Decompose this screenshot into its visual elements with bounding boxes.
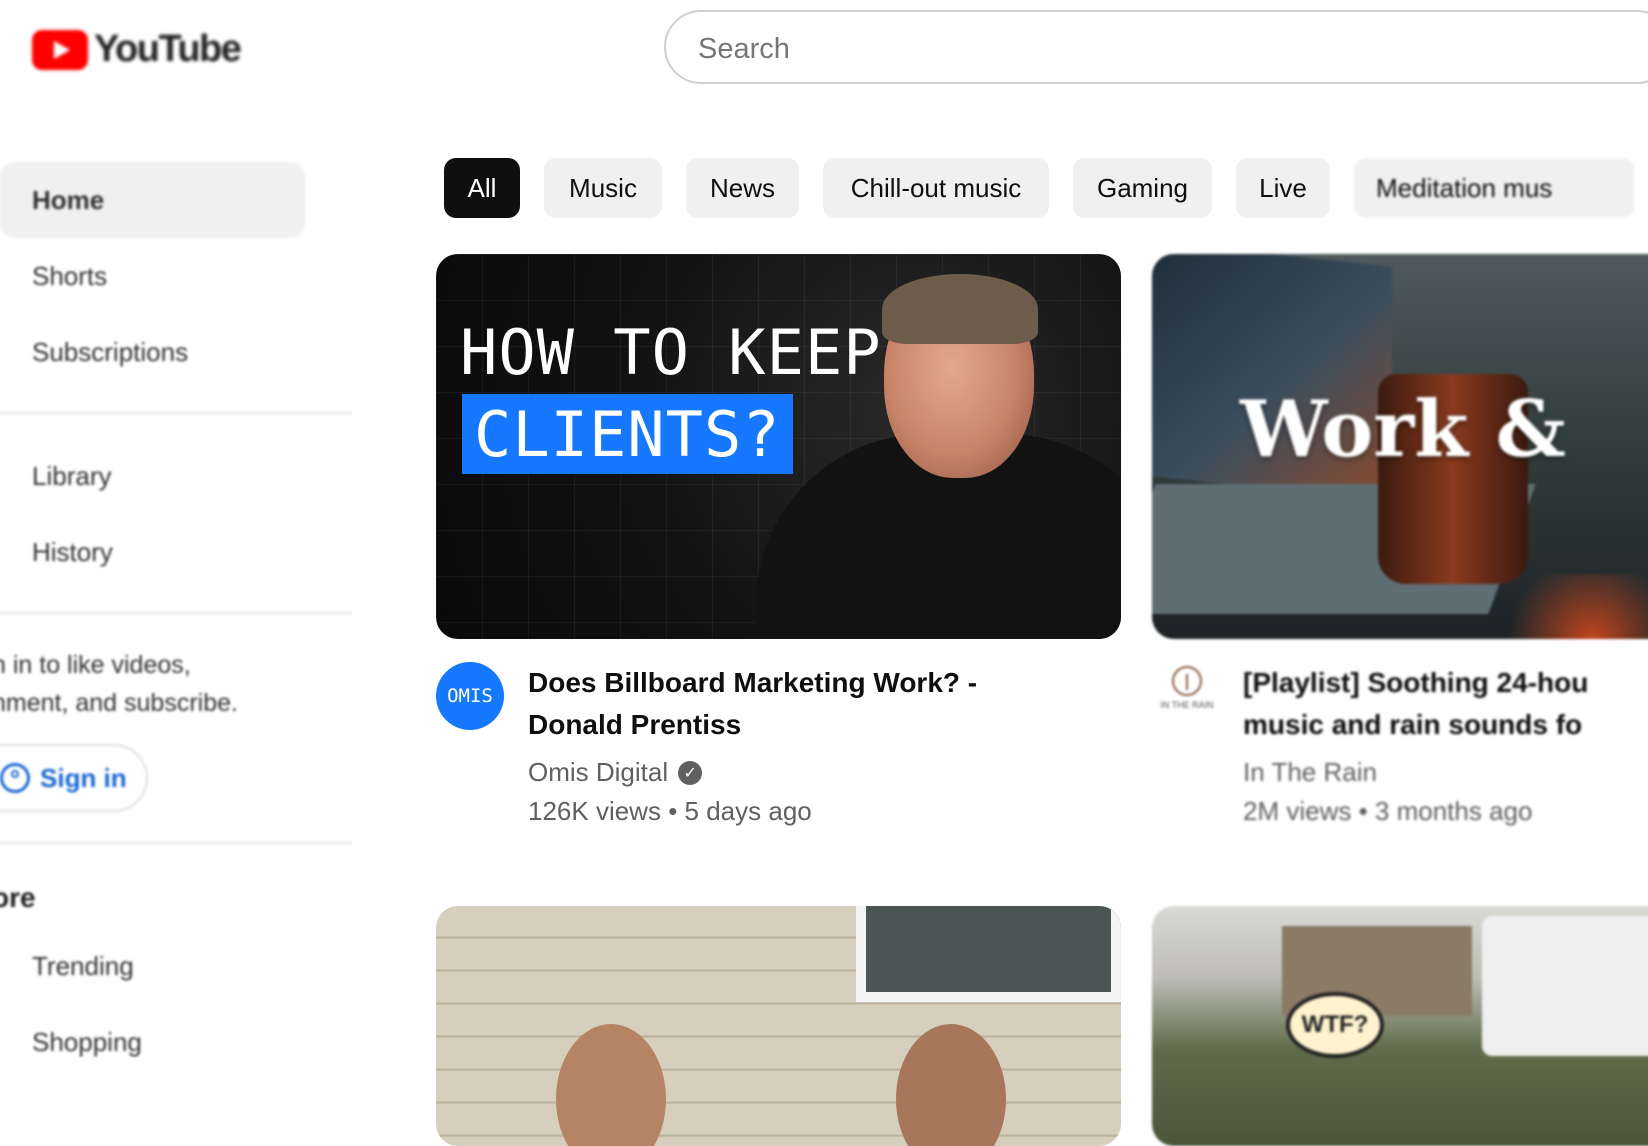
thumbnail-glow <box>1492 574 1648 639</box>
explore-heading: ore <box>0 882 36 913</box>
signin-prompt-line: nment, and subscribe. <box>0 689 238 717</box>
chip-meditation-music[interactable]: Meditation mus <box>1354 158 1634 218</box>
thumbnail-person <box>556 1024 666 1146</box>
sidebar-item-label: Home <box>32 184 105 215</box>
channel-name[interactable]: In The Rain <box>1243 757 1377 788</box>
sidebar-item-home[interactable]: Home <box>0 162 305 238</box>
chip-chill-out-music[interactable]: Chill-out music <box>823 158 1049 218</box>
video-title-line: [Playlist] Soothing 24-hou <box>1243 667 1589 698</box>
video-stats: 126K views • 5 days ago <box>528 796 812 827</box>
signin-button[interactable]: Sign in <box>0 744 148 812</box>
sidebar-item-trending[interactable]: Trending <box>0 928 305 1004</box>
view-count: 126K views <box>528 796 661 826</box>
video-title[interactable]: [Playlist] Soothing 24-hou music and rai… <box>1243 662 1648 746</box>
video-thumbnail[interactable]: HOW TO KEEP CLIENTS? <box>436 254 1121 639</box>
sidebar-item-shopping[interactable]: Shopping <box>0 1004 305 1080</box>
sidebar-item-label: Library <box>32 460 112 491</box>
video-title-line: Donald Prentiss <box>528 709 742 740</box>
rain-umbrella-icon <box>1172 666 1202 696</box>
channel-avatar[interactable]: IN THE RAIN <box>1156 666 1218 724</box>
sidebar-item-label: History <box>32 536 113 567</box>
chip-gaming[interactable]: Gaming <box>1073 158 1212 218</box>
sidebar-item-shorts[interactable]: Shorts <box>0 238 305 314</box>
search-bar[interactable] <box>664 10 1648 84</box>
avatar-label: IN THE RAIN <box>1160 700 1214 710</box>
chip-news[interactable]: News <box>686 158 799 218</box>
thumbnail-person <box>896 1024 1006 1146</box>
video-thumbnail[interactable] <box>436 906 1121 1146</box>
thumbnail-headline: HOW TO KEEP <box>460 316 882 389</box>
upload-age: 3 months ago <box>1374 796 1533 826</box>
upload-age: 5 days ago <box>684 796 812 826</box>
signin-prompt: n in to like videos, nment, and subscrib… <box>0 646 292 722</box>
stats-separator: • <box>1358 796 1375 826</box>
channel-name-text: Omis Digital <box>528 757 669 787</box>
chip-all[interactable]: All <box>444 158 520 218</box>
thumbnail-window <box>856 906 1121 1002</box>
sidebar-divider <box>0 842 352 844</box>
thumbnail-headline: Work & <box>1240 384 1566 475</box>
view-count: 2M views <box>1243 796 1352 826</box>
thumbnail-headline-highlight: CLIENTS? <box>474 397 781 471</box>
signin-prompt-line: n in to like videos, <box>0 651 191 679</box>
channel-name[interactable]: Omis Digital ✓ <box>528 757 703 788</box>
video-title[interactable]: Does Billboard Marketing Work? - Donald … <box>528 662 1048 746</box>
sidebar-divider <box>0 612 352 614</box>
chip-music[interactable]: Music <box>544 158 662 218</box>
thumbnail-speech-bubble: WTF? <box>1286 992 1384 1058</box>
video-thumbnail[interactable]: WTF? <box>1152 906 1648 1146</box>
chip-live[interactable]: Live <box>1236 158 1330 218</box>
thumbnail-highlight: CLIENTS? <box>462 394 793 474</box>
signin-button-label: Sign in <box>40 762 127 793</box>
video-thumbnail[interactable]: Work & <box>1152 254 1648 639</box>
video-stats: 2M views • 3 months ago <box>1243 796 1532 827</box>
channel-avatar[interactable]: OMIS <box>436 662 504 730</box>
thumbnail-truck <box>1482 916 1648 1056</box>
channel-name-text: In The Rain <box>1243 757 1377 787</box>
verified-check-icon: ✓ <box>678 760 703 785</box>
sidebar-divider <box>0 412 352 414</box>
user-circle-icon <box>0 763 30 793</box>
sidebar: Home Shorts Subscriptions Library Histor… <box>0 0 360 1124</box>
search-input[interactable] <box>696 32 1600 67</box>
sidebar-item-library[interactable]: Library <box>0 438 305 514</box>
thumbnail-person-hair <box>882 274 1038 344</box>
sidebar-item-subscriptions[interactable]: Subscriptions <box>0 314 305 390</box>
video-title-line: music and rain sounds fo <box>1243 709 1583 740</box>
sidebar-item-label: Trending <box>32 950 134 981</box>
sidebar-item-label: Shorts <box>32 260 108 291</box>
sidebar-item-label: Subscriptions <box>32 336 189 367</box>
sidebar-item-label: Shopping <box>32 1026 142 1057</box>
sidebar-item-history[interactable]: History <box>0 514 305 590</box>
stats-separator: • <box>668 796 685 826</box>
video-title-line: Does Billboard Marketing Work? - <box>528 667 978 698</box>
